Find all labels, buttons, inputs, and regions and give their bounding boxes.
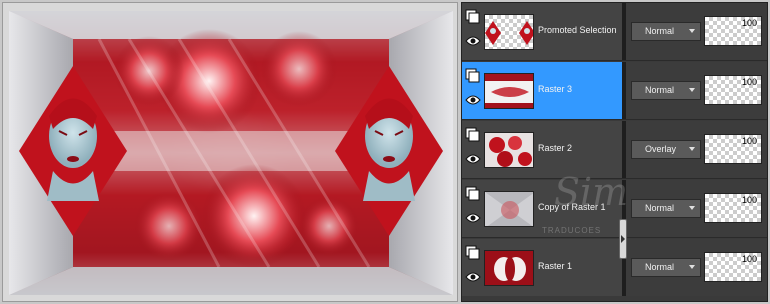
layer-name: Promoted Selection bbox=[538, 25, 617, 35]
chevron-down-icon bbox=[689, 88, 695, 92]
layer-properties: Normal 100 bbox=[626, 62, 767, 119]
blend-mode-value: Normal bbox=[645, 26, 675, 36]
layer-row-raster-1[interactable]: Raster 1 Normal 100 bbox=[462, 239, 767, 297]
layer-row-raster-2[interactable]: Raster 2 Overlay 100 bbox=[462, 121, 767, 179]
opacity-value: 100 bbox=[741, 195, 757, 205]
eye-icon[interactable] bbox=[465, 271, 481, 283]
layer-thumbnail[interactable] bbox=[484, 132, 534, 168]
layer-icons bbox=[465, 243, 481, 293]
blend-mode-value: Overlay bbox=[645, 144, 677, 154]
stacked-layers-icon[interactable] bbox=[465, 68, 481, 84]
blend-mode-value: Normal bbox=[645, 203, 675, 213]
stacked-layers-icon[interactable] bbox=[465, 9, 481, 25]
layer-properties: Overlay 100 bbox=[626, 121, 767, 178]
blend-mode-dropdown[interactable]: Normal bbox=[631, 22, 701, 41]
layer-icons bbox=[465, 125, 481, 175]
layer-main[interactable]: Raster 1 bbox=[462, 239, 622, 296]
opacity-value: 100 bbox=[741, 254, 757, 264]
layer-row-promoted-selection[interactable]: Promoted Selection Normal 100 bbox=[462, 3, 767, 61]
layer-properties: Normal 100 bbox=[626, 3, 767, 60]
layer-main[interactable]: Raster 2 bbox=[462, 121, 622, 178]
opacity-value: 100 bbox=[741, 136, 757, 146]
blend-mode-dropdown[interactable]: Normal bbox=[631, 258, 701, 277]
blend-mode-dropdown[interactable]: Overlay bbox=[631, 140, 701, 159]
layer-icons bbox=[465, 184, 481, 234]
layer-thumbnail[interactable] bbox=[484, 14, 534, 50]
layer-main[interactable]: Copy of Raster 1 bbox=[462, 180, 622, 237]
blend-mode-value: Normal bbox=[645, 262, 675, 272]
canvas-preview[interactable] bbox=[2, 2, 458, 302]
chevron-down-icon bbox=[689, 206, 695, 210]
layer-name: Copy of Raster 1 bbox=[538, 202, 606, 212]
layer-row-raster-3[interactable]: Raster 3 Normal 100 bbox=[462, 62, 767, 120]
layer-thumbnail[interactable] bbox=[484, 250, 534, 286]
chevron-down-icon bbox=[689, 265, 695, 269]
chevron-down-icon bbox=[689, 29, 695, 33]
layer-name: Raster 2 bbox=[538, 143, 573, 153]
panel-splitter-handle[interactable] bbox=[619, 219, 627, 259]
layer-main[interactable]: Promoted Selection bbox=[462, 3, 622, 60]
eye-icon[interactable] bbox=[465, 212, 481, 224]
opacity-field[interactable]: 100 bbox=[704, 134, 762, 164]
canvas-image bbox=[9, 11, 453, 295]
layer-icons bbox=[465, 66, 481, 116]
chevron-down-icon bbox=[689, 147, 695, 151]
opacity-field[interactable]: 100 bbox=[704, 193, 762, 223]
eye-icon[interactable] bbox=[465, 35, 481, 47]
stacked-layers-icon[interactable] bbox=[465, 186, 481, 202]
opacity-field[interactable]: 100 bbox=[704, 75, 762, 105]
layer-thumbnail[interactable] bbox=[484, 191, 534, 227]
chevron-right-icon bbox=[621, 235, 625, 243]
layer-thumbnail[interactable] bbox=[484, 73, 534, 109]
opacity-field[interactable]: 100 bbox=[704, 252, 762, 282]
layer-main[interactable]: Raster 3 bbox=[462, 62, 622, 119]
canvas-artwork bbox=[9, 11, 453, 295]
eye-icon[interactable] bbox=[465, 94, 481, 106]
stacked-layers-icon[interactable] bbox=[465, 245, 481, 261]
opacity-value: 100 bbox=[741, 77, 757, 87]
layers-panel: Promoted Selection Normal 100 Raster 3 N… bbox=[461, 2, 768, 302]
layer-name: Raster 1 bbox=[538, 261, 573, 271]
layer-name: Raster 3 bbox=[538, 84, 573, 94]
blend-mode-dropdown[interactable]: Normal bbox=[631, 199, 701, 218]
blend-mode-value: Normal bbox=[645, 85, 675, 95]
layer-icons bbox=[465, 7, 481, 57]
opacity-value: 100 bbox=[741, 18, 757, 28]
opacity-field[interactable]: 100 bbox=[704, 16, 762, 46]
layer-row-copy-of-raster-1[interactable]: Copy of Raster 1 Normal 100 bbox=[462, 180, 767, 238]
layer-properties: Normal 100 bbox=[626, 239, 767, 296]
stacked-layers-icon[interactable] bbox=[465, 127, 481, 143]
eye-icon[interactable] bbox=[465, 153, 481, 165]
blend-mode-dropdown[interactable]: Normal bbox=[631, 81, 701, 100]
layer-properties: Normal 100 bbox=[626, 180, 767, 237]
